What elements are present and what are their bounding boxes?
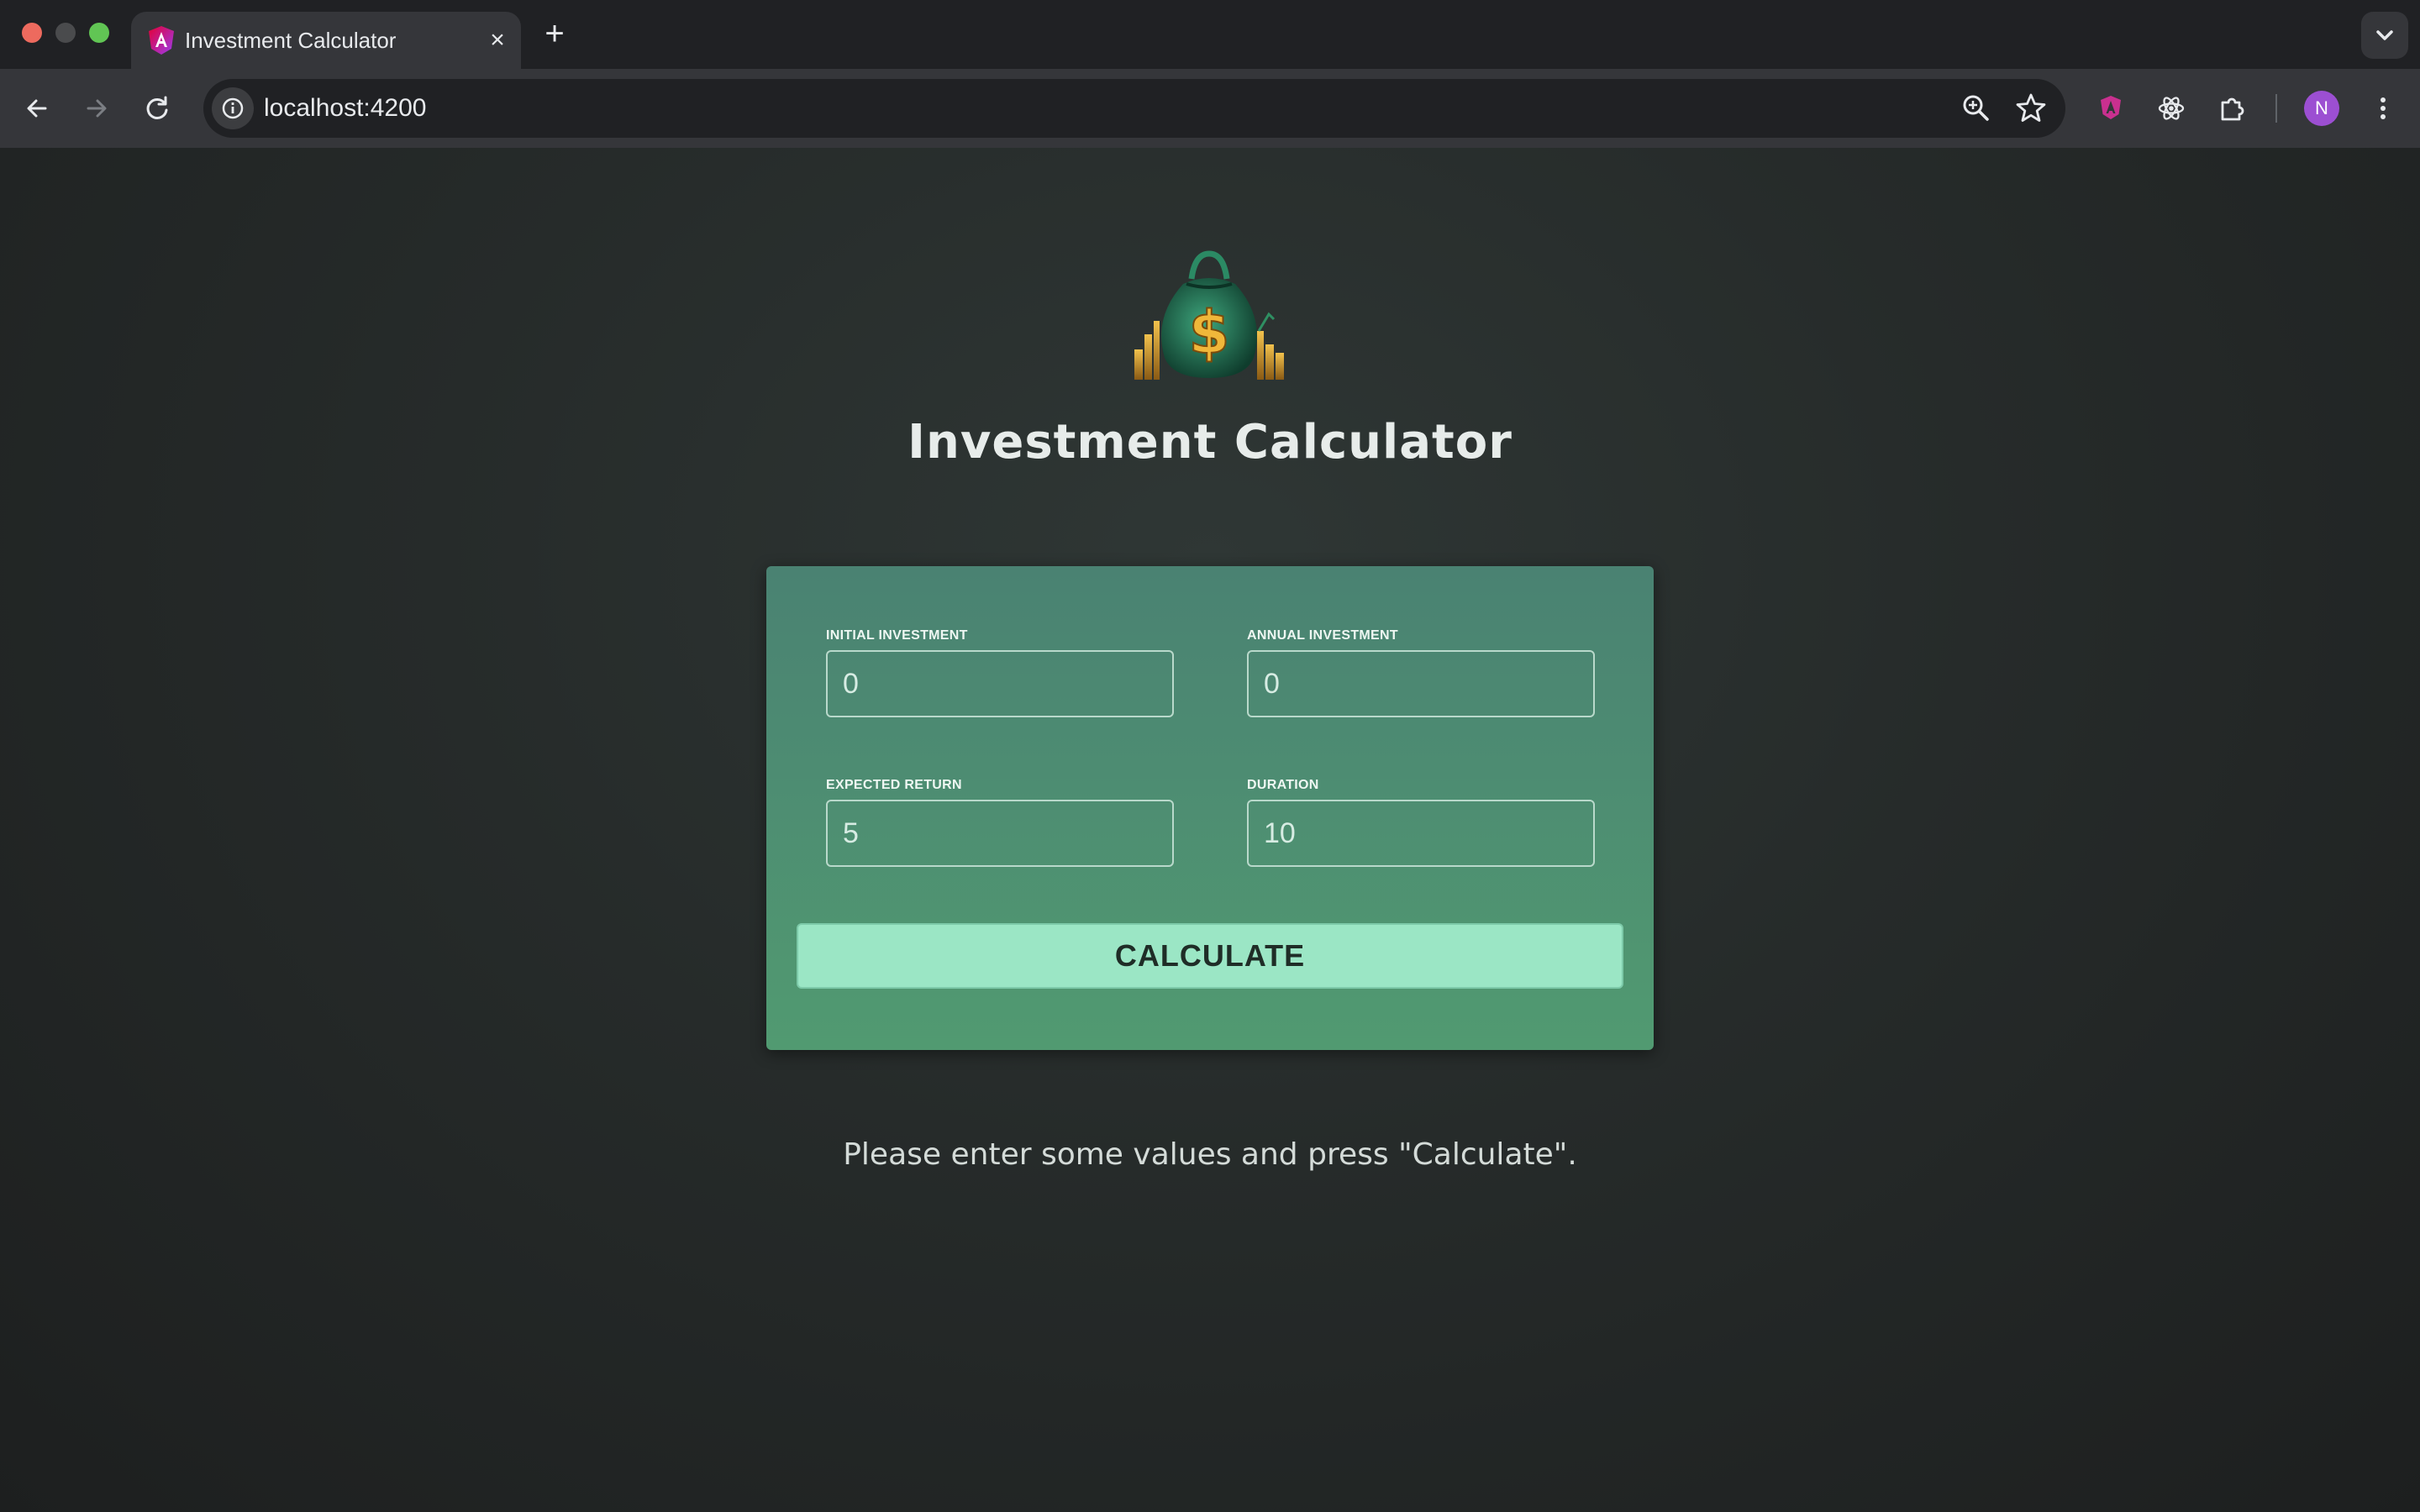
bookmark-star-icon[interactable]: [2012, 90, 2049, 127]
minimize-window-button[interactable]: [55, 23, 76, 43]
expected-return-group: EXPECTED RETURN: [826, 778, 1174, 867]
zoom-icon[interactable]: [1958, 90, 1995, 127]
duration-group: DURATION: [1247, 778, 1595, 867]
site-info-icon[interactable]: [212, 87, 254, 129]
close-window-button[interactable]: [22, 23, 42, 43]
page-viewport: $ Investment Calculator INITIAL INVESTME…: [0, 148, 2420, 1512]
url-text[interactable]: localhost:4200: [264, 79, 426, 138]
expected-return-label: EXPECTED RETURN: [826, 778, 962, 792]
page-title: Investment Calculator: [908, 415, 1512, 470]
results-hint-text: Please enter some values and press "Calc…: [843, 1137, 1577, 1172]
tab-title: Investment Calculator: [185, 28, 397, 53]
back-icon[interactable]: [18, 90, 55, 127]
chevron-down-icon: [2376, 30, 2393, 40]
expected-return-input[interactable]: [826, 800, 1174, 867]
annual-investment-group: ANNUAL INVESTMENT: [1247, 628, 1595, 717]
angular-devtools-extension-icon[interactable]: [2092, 90, 2129, 127]
browser-tab[interactable]: Investment Calculator ×: [131, 12, 521, 69]
browser-toolbar: localhost:4200 N: [0, 69, 2420, 148]
annual-investment-label: ANNUAL INVESTMENT: [1247, 628, 1398, 643]
new-tab-button[interactable]: +: [538, 15, 571, 52]
browser-tab-strip: Investment Calculator × +: [0, 0, 2420, 69]
duration-input[interactable]: [1247, 800, 1595, 867]
forward-icon[interactable]: [78, 90, 115, 127]
reload-icon[interactable]: [139, 90, 176, 127]
duration-label: DURATION: [1247, 778, 1319, 792]
initial-investment-input[interactable]: [826, 650, 1174, 717]
react-devtools-extension-icon[interactable]: [2153, 90, 2190, 127]
tab-search-button[interactable]: [2361, 12, 2408, 59]
maximize-window-button[interactable]: [89, 23, 109, 43]
tab-close-icon[interactable]: ×: [482, 25, 513, 55]
toolbar-separator: [2275, 94, 2277, 123]
more-menu-icon[interactable]: [2365, 90, 2402, 127]
address-bar[interactable]: localhost:4200: [203, 79, 2065, 138]
svg-text:$: $: [1189, 298, 1230, 367]
money-bag-icon: $: [1134, 250, 1284, 380]
investment-form-card: INITIAL INVESTMENT ANNUAL INVESTMENT EXP…: [766, 566, 1654, 1050]
initial-investment-label: INITIAL INVESTMENT: [826, 628, 968, 643]
initial-investment-group: INITIAL INVESTMENT: [826, 628, 1174, 717]
angular-favicon-icon: [149, 26, 174, 55]
calculate-button[interactable]: CALCULATE: [797, 923, 1623, 989]
annual-investment-input[interactable]: [1247, 650, 1595, 717]
extensions-puzzle-icon[interactable]: [2214, 90, 2251, 127]
profile-avatar[interactable]: N: [2304, 91, 2339, 126]
